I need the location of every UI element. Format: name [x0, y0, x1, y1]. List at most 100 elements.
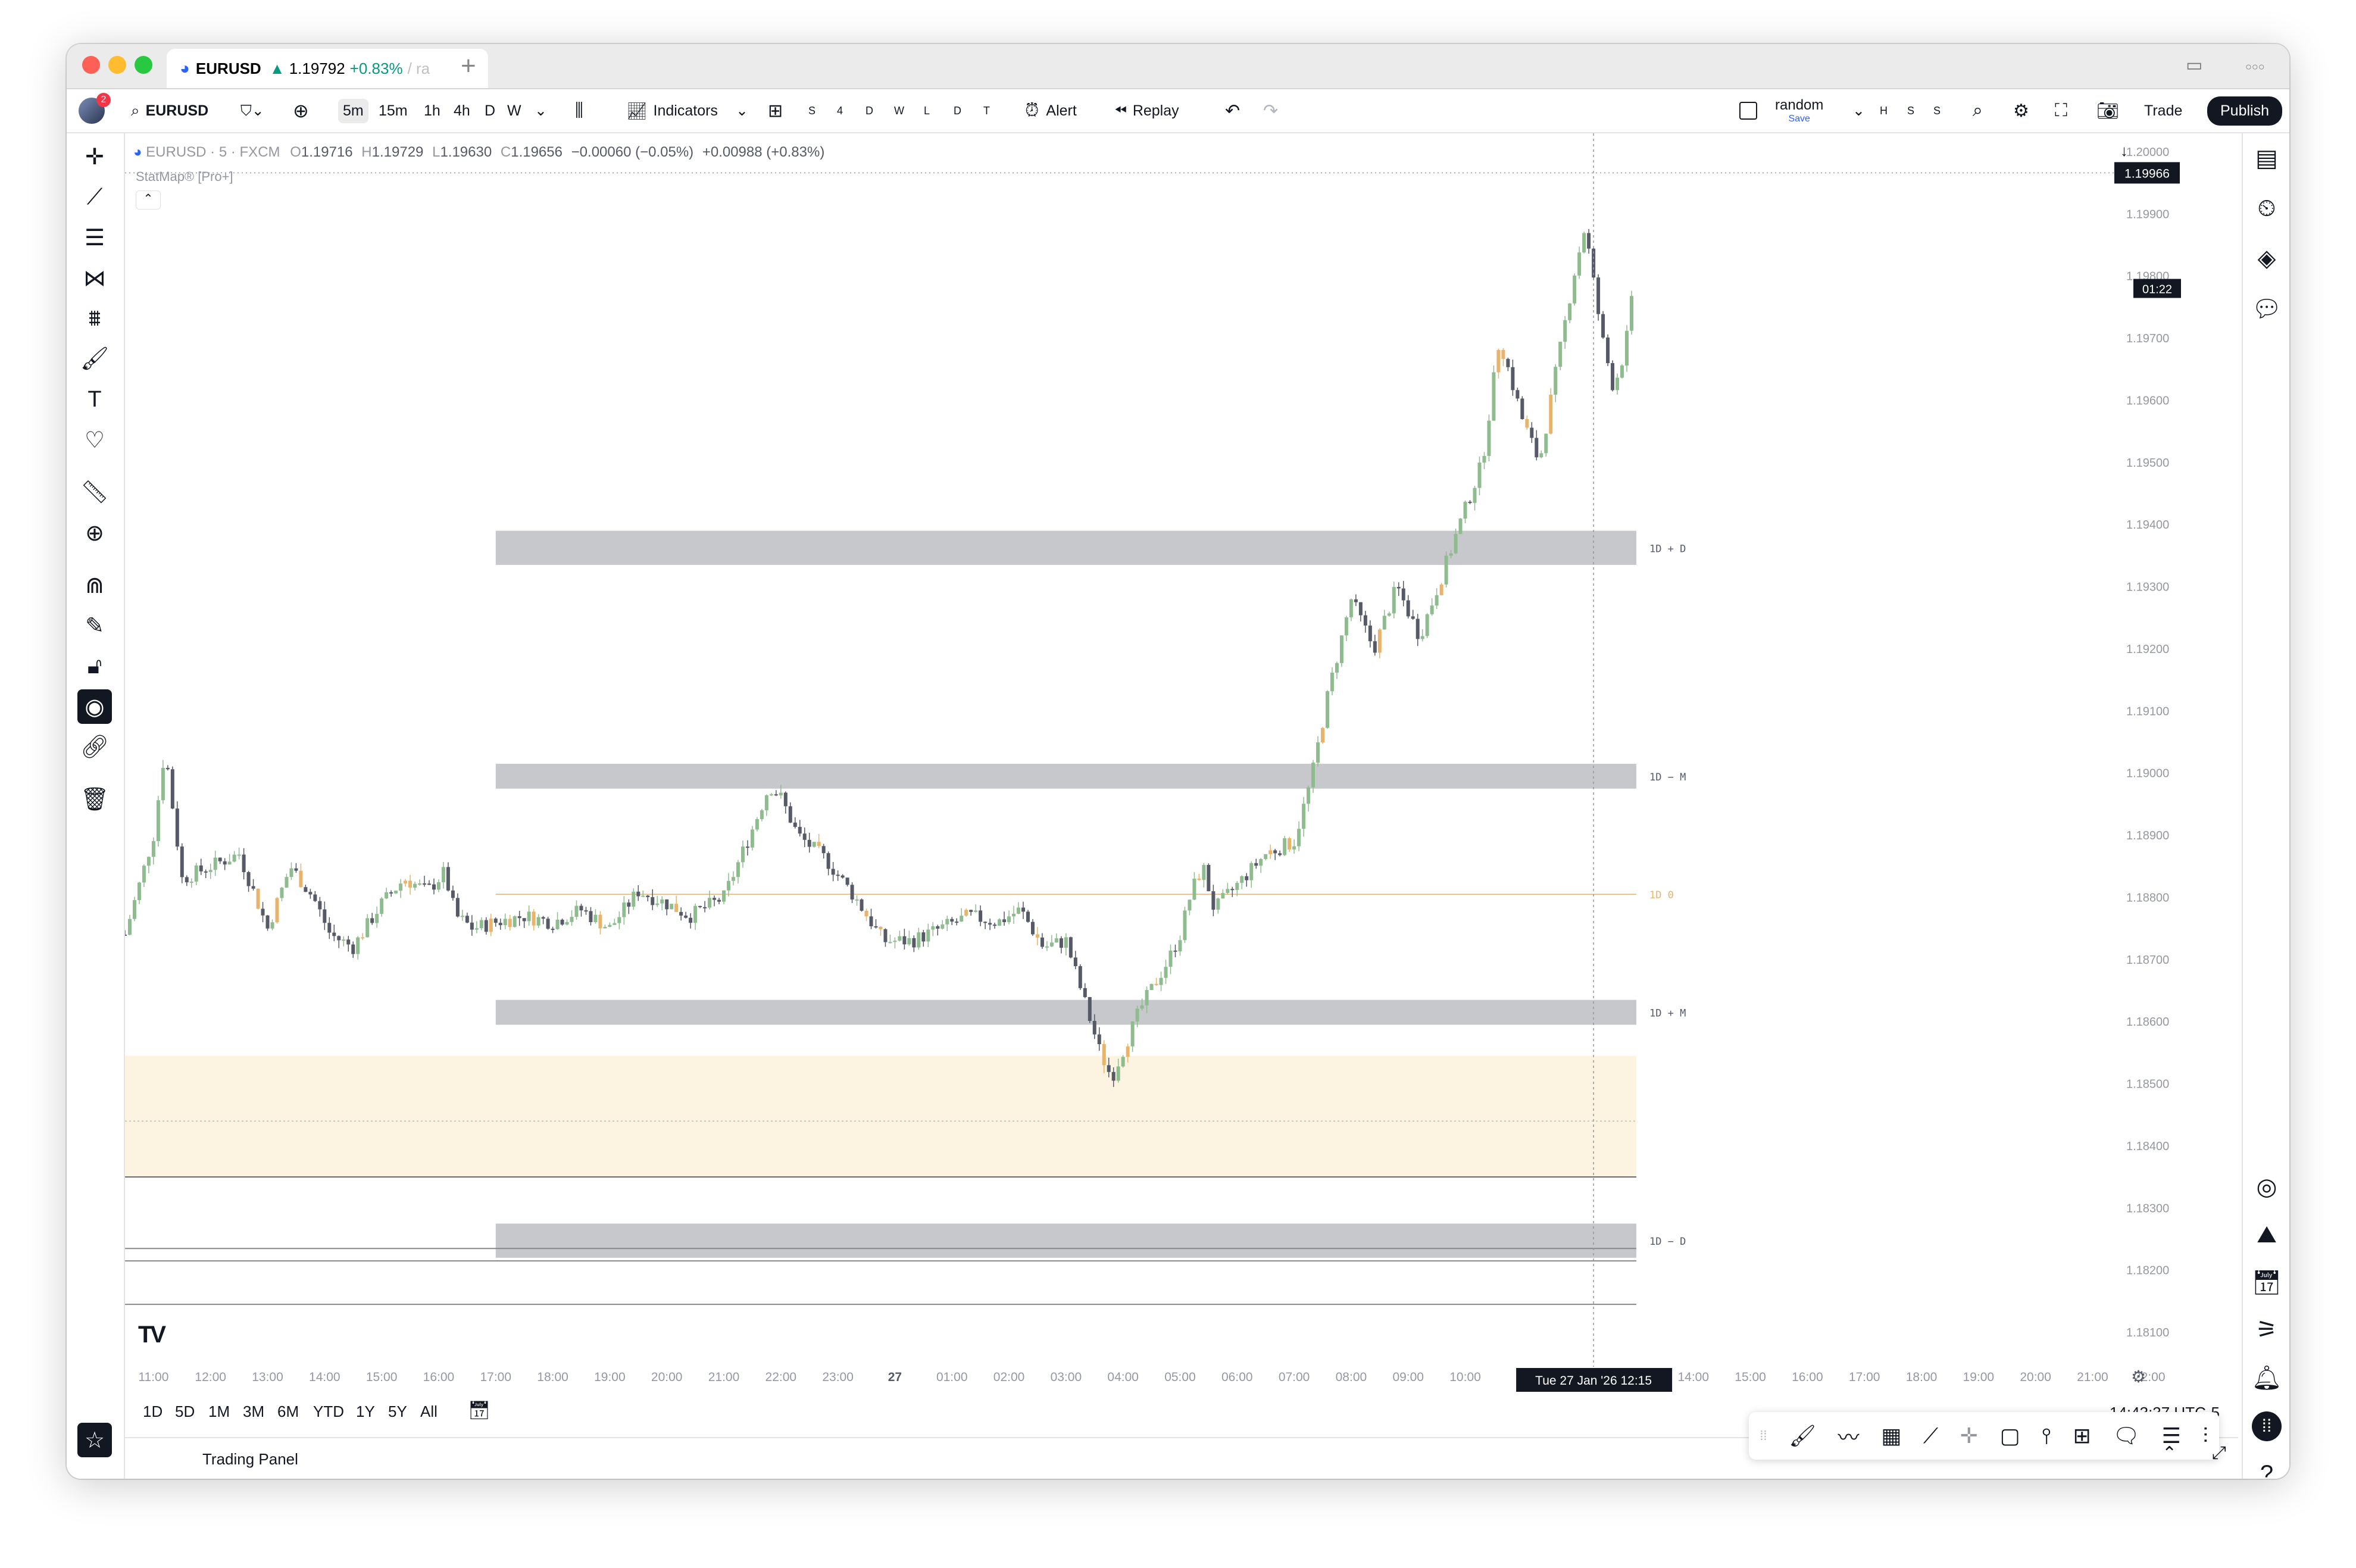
- link-icon[interactable]: 🔗︎: [77, 730, 112, 764]
- calendar-icon[interactable]: 📅︎: [2249, 1264, 2285, 1300]
- range-5d[interactable]: 5D: [175, 1403, 195, 1421]
- undo-icon[interactable]: ↶: [1225, 89, 1240, 132]
- polyline-icon[interactable]: 〰: [1838, 1420, 1860, 1451]
- favorite-s[interactable]: S: [808, 89, 815, 132]
- bell-icon[interactable]: 🔔︎: [2249, 1360, 2285, 1395]
- layout-s[interactable]: S: [1907, 89, 1914, 132]
- rectangle-icon[interactable]: ▢: [2000, 1423, 2020, 1448]
- legend-title[interactable]: EURUSD · 5 · FXCM: [146, 144, 280, 160]
- range-1y[interactable]: 1Y: [356, 1403, 375, 1421]
- alerts-clock-icon[interactable]: ⏲︎: [2249, 190, 2285, 226]
- hide-drawings-icon[interactable]: ◉: [77, 689, 112, 724]
- zone-rect[interactable]: [495, 530, 1636, 566]
- line-tool-icon[interactable]: ⟋: [1923, 1423, 1938, 1449]
- avatar[interactable]: 2: [79, 89, 111, 132]
- trash-icon[interactable]: 🗑︎: [77, 782, 112, 817]
- note-icon[interactable]: 🗨︎: [2113, 1423, 2140, 1448]
- ruler-icon[interactable]: 📏︎: [77, 475, 112, 510]
- favorite-4[interactable]: 4: [837, 89, 843, 132]
- indicators-button[interactable]: 📈︎ Indicators ⌄: [626, 89, 748, 132]
- interval-w[interactable]: W: [507, 89, 521, 132]
- text-box-icon[interactable]: ⊞: [2073, 1423, 2091, 1448]
- grid-icon[interactable]: ▦: [1881, 1423, 1901, 1448]
- pattern-icon[interactable]: ⋈: [77, 261, 112, 295]
- fullscreen-icon[interactable]: ⛶: [2055, 89, 2067, 132]
- favorite-d[interactable]: D: [865, 89, 873, 132]
- collapse-panel-icon[interactable]: ⌃: [2162, 1443, 2177, 1464]
- trade-button[interactable]: Trade: [2144, 89, 2182, 132]
- watchlist-icon[interactable]: ▤: [2249, 140, 2285, 176]
- favorite-t[interactable]: T: [983, 89, 990, 132]
- brush-tool-icon[interactable]: 🖌︎: [1789, 1423, 1816, 1448]
- crosshair-icon[interactable]: ✛: [77, 139, 112, 174]
- redo-icon[interactable]: ↷: [1263, 89, 1278, 132]
- interval-1h[interactable]: 1h: [424, 89, 440, 132]
- interval-dropdown-icon[interactable]: ⌄: [535, 89, 547, 132]
- axis-settings-icon[interactable]: ⚙: [2131, 1367, 2146, 1386]
- crosshair-tool-icon[interactable]: ✛: [1960, 1423, 1978, 1448]
- collapse-legend-button[interactable]: ⌃: [136, 190, 161, 210]
- current-price-label[interactable]: 1.19966: [2124, 167, 2170, 180]
- candle-type-icon[interactable]: ⫼: [575, 89, 583, 132]
- symbol-tab[interactable]: ◕ EURUSD ▲ 1.19792 +0.83% / ra: [167, 49, 488, 88]
- range-all[interactable]: All: [420, 1403, 438, 1421]
- trend-line-icon[interactable]: ⟋: [77, 180, 112, 214]
- range-6m[interactable]: 6M: [277, 1403, 299, 1421]
- price-chart[interactable]: 1D + D 1D − M 1D + M 1D − D 1D 0 1.20000 1.1…: [125, 133, 2242, 1394]
- new-tab-button[interactable]: +: [461, 51, 476, 81]
- range-5y[interactable]: 5Y: [388, 1403, 407, 1421]
- help-icon[interactable]: ?: [2249, 1456, 2285, 1479]
- favorite-d2[interactable]: D: [954, 89, 961, 132]
- favorite-l[interactable]: L: [924, 89, 930, 132]
- layout-name[interactable]: random Save: [1775, 89, 1823, 132]
- interval-15m[interactable]: 15m: [379, 89, 408, 132]
- minimize-window-button[interactable]: [108, 56, 126, 74]
- scroll-to-latest-icon[interactable]: ↓: [2120, 142, 2128, 160]
- layout-s2[interactable]: S: [1933, 89, 1941, 132]
- interval-4h[interactable]: 4h: [454, 89, 470, 132]
- range-1m[interactable]: 1M: [208, 1403, 230, 1421]
- settings-gear-icon[interactable]: ⚙︎: [2013, 89, 2029, 132]
- close-window-button[interactable]: [82, 56, 100, 74]
- symbol-search[interactable]: ⌕ EURUSD: [131, 89, 208, 132]
- star-icon[interactable]: ☆: [77, 1423, 112, 1457]
- alert-button[interactable]: ⏰︎ Alert: [1025, 89, 1077, 132]
- layout-checkbox[interactable]: [1739, 89, 1757, 132]
- target-icon[interactable]: ◎: [2249, 1169, 2285, 1205]
- goto-date-icon[interactable]: 📅︎: [468, 1400, 490, 1421]
- maximize-panel-icon[interactable]: ⤢: [2212, 1443, 2226, 1463]
- templates-icon[interactable]: ⊞: [768, 89, 783, 132]
- vertical-line-icon[interactable]: ⫯: [2042, 1423, 2051, 1449]
- zoom-in-icon[interactable]: ⊕: [77, 516, 112, 550]
- projection-icon[interactable]: ⩩: [77, 301, 112, 336]
- interval-d[interactable]: D: [485, 89, 495, 132]
- quick-search-icon[interactable]: ⌕: [1973, 89, 1983, 132]
- horizontal-lines-icon[interactable]: ☰: [77, 220, 112, 255]
- rss-icon[interactable]: ⚞: [2249, 1312, 2285, 1348]
- drag-handle-icon[interactable]: ⁞⁞: [1760, 1428, 1767, 1444]
- layers-icon[interactable]: ◈: [2249, 240, 2285, 276]
- magnet-icon[interactable]: ⋒: [77, 568, 112, 602]
- replay-button[interactable]: ⏪︎ Replay: [1114, 89, 1179, 132]
- window-icon[interactable]: ▭: [2186, 55, 2202, 76]
- brush-icon[interactable]: 🖌︎: [77, 342, 112, 376]
- settings-lines-icon[interactable]: ⫶: [2203, 1423, 2208, 1449]
- text-icon[interactable]: T: [77, 382, 112, 417]
- lock-icon[interactable]: 🔓︎: [77, 649, 112, 683]
- compare-icon[interactable]: ⛉⌄: [240, 89, 264, 132]
- zone-rect[interactable]: [495, 999, 1636, 1025]
- publish-button[interactable]: Publish: [2207, 89, 2282, 132]
- more-options-button[interactable]: ○○○: [2245, 61, 2265, 73]
- chat-icon[interactable]: 💬︎: [2249, 291, 2285, 326]
- zoom-window-button[interactable]: [135, 56, 152, 74]
- layout-h[interactable]: H: [1880, 89, 1888, 132]
- camera-icon[interactable]: 📷︎: [2096, 89, 2119, 132]
- indicator-legend[interactable]: StatMap® [Pro+]: [136, 169, 233, 185]
- apps-grid-icon[interactable]: ⁞⁞: [2249, 1408, 2285, 1444]
- zone-rect[interactable]: [495, 1223, 1636, 1258]
- favorite-w[interactable]: W: [894, 89, 904, 132]
- heart-icon[interactable]: ♡: [77, 423, 112, 457]
- add-symbol-button[interactable]: ⊕: [293, 89, 309, 132]
- layout-dropdown-icon[interactable]: ⌄: [1852, 89, 1865, 132]
- interval-5m[interactable]: 5m: [338, 89, 368, 132]
